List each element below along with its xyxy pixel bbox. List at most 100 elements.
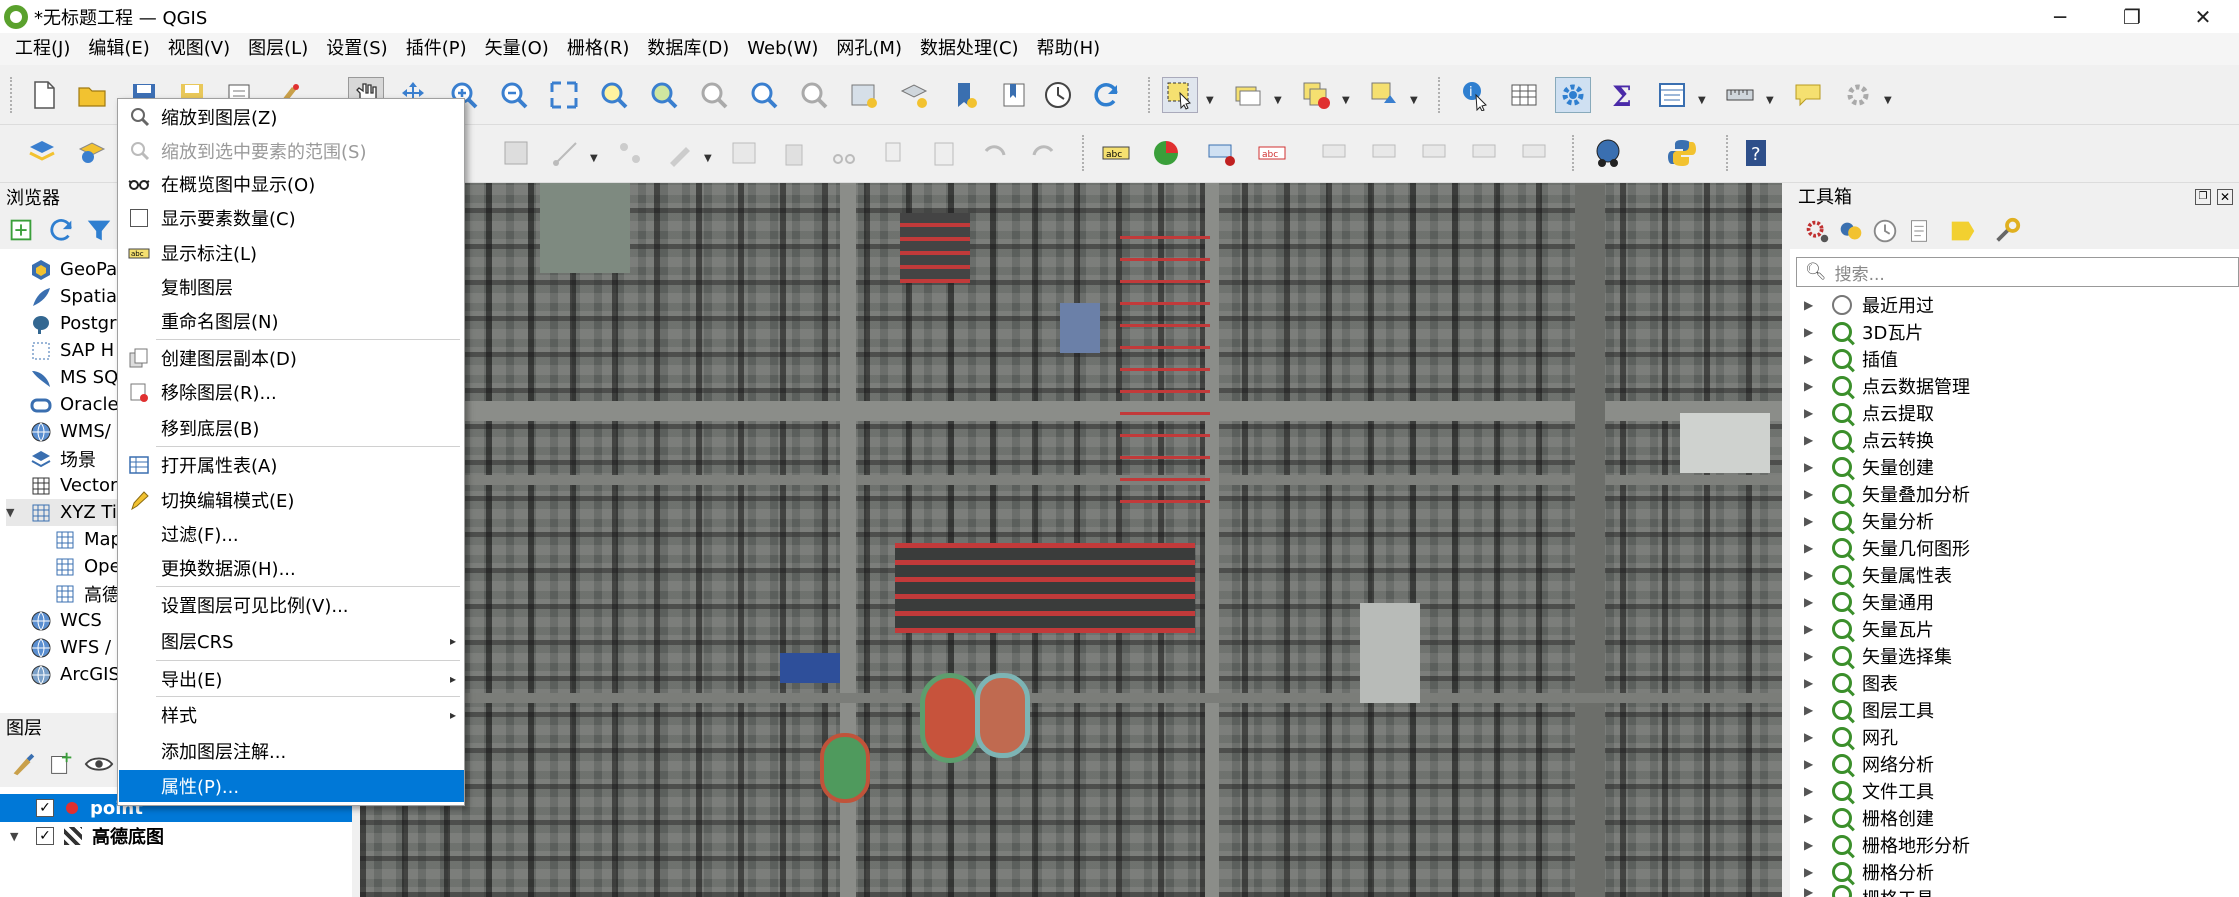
- open-project-icon[interactable]: [74, 77, 110, 113]
- toolbar-grip[interactable]: [1148, 77, 1152, 113]
- filter-icon[interactable]: [84, 215, 114, 245]
- layer-row-gaode-basemap[interactable]: ▼ ✓ 高德底图: [0, 822, 352, 850]
- new-3d-view-icon[interactable]: [896, 77, 932, 113]
- label-abc-icon[interactable]: abc: [1098, 135, 1134, 171]
- chevron-down-icon[interactable]: ▼: [704, 153, 714, 164]
- digitize-icon[interactable]: [548, 135, 584, 171]
- chevron-down-icon[interactable]: ▼: [1206, 95, 1216, 106]
- menu-item-styles[interactable]: 样式 ▸: [119, 699, 464, 731]
- refresh-icon[interactable]: [1088, 77, 1124, 113]
- browser-item-wcs[interactable]: WCS: [30, 607, 102, 634]
- open-attribute-table-icon[interactable]: [1506, 77, 1542, 113]
- deselect-all-icon[interactable]: [1298, 77, 1334, 113]
- menu-item-zoom-to-selection[interactable]: 缩放到选中要素的范围(S): [119, 135, 464, 167]
- save-edits-icon[interactable]: [498, 135, 534, 171]
- toolbox-group-file-tools[interactable]: ▶ 文件工具: [1804, 777, 1934, 804]
- browser-item-xyz-child[interactable]: Map: [54, 526, 122, 553]
- zoom-last-icon[interactable]: [746, 77, 782, 113]
- expand-arrow-icon[interactable]: ▶: [1804, 352, 1818, 366]
- chevron-down-icon[interactable]: ▼: [1274, 95, 1284, 106]
- toolbar-grip[interactable]: [1572, 135, 1576, 171]
- expand-arrow-icon[interactable]: ▶: [1804, 622, 1818, 636]
- menu-item-show-feature-count[interactable]: 显示要素数量(C): [119, 202, 464, 234]
- toolbox-group-point-cloud-conversion[interactable]: ▶ 点云转换: [1804, 426, 1934, 453]
- python-console-icon[interactable]: [1664, 135, 1700, 171]
- results-viewer-icon[interactable]: [1904, 216, 1934, 246]
- options-wrench-icon[interactable]: [1992, 216, 2022, 246]
- toolbox-group-3d-tiles[interactable]: ▶ 3D瓦片: [1804, 318, 1923, 345]
- toolbox-group-recent[interactable]: ▶ 最近用过: [1804, 291, 1934, 318]
- menu-item-layer-crs[interactable]: 图层CRS ▸: [119, 625, 464, 657]
- menu-web[interactable]: Web(W): [738, 35, 827, 63]
- chevron-down-icon[interactable]: ▼: [1342, 95, 1352, 106]
- show-bookmarks-icon[interactable]: [996, 77, 1032, 113]
- toolbar-grip[interactable]: [1726, 135, 1730, 171]
- menu-help[interactable]: 帮助(H): [1028, 35, 1110, 63]
- pin-labels-icon[interactable]: [1204, 135, 1240, 171]
- chevron-down-icon[interactable]: ▼: [6, 506, 22, 519]
- toolbox-group-raster-creation[interactable]: ▶ 栅格创建: [1804, 804, 1934, 831]
- menu-item-change-data-source[interactable]: 更换数据源(H)...: [119, 552, 464, 584]
- select-by-location-icon[interactable]: [1366, 77, 1402, 113]
- browser-item-wfs[interactable]: WFS /: [30, 634, 111, 661]
- open-field-calculator-icon[interactable]: [1654, 77, 1690, 113]
- browser-item-mssql[interactable]: MS SQ: [30, 364, 118, 391]
- float-panel-icon[interactable]: ❐: [2195, 189, 2211, 205]
- toolbar-grip[interactable]: [1082, 135, 1086, 171]
- menu-plugins[interactable]: 插件(P): [397, 35, 476, 63]
- style-brush-icon[interactable]: [8, 749, 38, 779]
- expand-arrow-icon[interactable]: ▶: [1804, 784, 1818, 798]
- new-bookmark-icon[interactable]: [946, 77, 982, 113]
- browser-item-xyz-child[interactable]: 高德: [54, 580, 120, 607]
- menu-edit[interactable]: 编辑(E): [79, 35, 158, 63]
- paste-icon[interactable]: [926, 135, 962, 171]
- zoom-to-layer-icon[interactable]: [646, 77, 682, 113]
- maximize-button[interactable]: ❐: [2099, 0, 2165, 33]
- help-icon[interactable]: ?: [1738, 135, 1774, 171]
- menu-processing[interactable]: 数据处理(C): [911, 35, 1028, 63]
- menu-item-scale-visibility[interactable]: 设置图层可见比例(V)...: [119, 589, 464, 621]
- expand-arrow-icon[interactable]: ▶: [1804, 703, 1818, 717]
- expand-arrow-icon[interactable]: ▶: [1804, 514, 1818, 528]
- menu-item-export[interactable]: 导出(E) ▸: [119, 663, 464, 695]
- menu-database[interactable]: 数据库(D): [638, 35, 738, 63]
- menu-item-add-layer-notes[interactable]: 添加图层注解...: [119, 735, 464, 767]
- toolbox-group-raster-analysis[interactable]: ▶ 栅格分析: [1804, 858, 1934, 885]
- chevron-down-icon[interactable]: ▼: [590, 153, 600, 164]
- close-button[interactable]: ✕: [2170, 0, 2236, 33]
- settings-gear-icon[interactable]: [1840, 77, 1876, 113]
- edit-features-in-place-icon[interactable]: [1948, 216, 1978, 246]
- toolbox-group-interpolation[interactable]: ▶ 插值: [1804, 345, 1898, 372]
- browser-item-arcgis[interactable]: ArcGIS: [30, 661, 120, 688]
- expand-arrow-icon[interactable]: ▶: [1804, 298, 1818, 312]
- expand-arrow-icon[interactable]: ▶: [1804, 757, 1818, 771]
- checkbox-icon[interactable]: [128, 207, 150, 229]
- redo-icon[interactable]: [1026, 135, 1062, 171]
- copy-icon[interactable]: [876, 135, 912, 171]
- toolbar-grip[interactable]: [1438, 77, 1442, 113]
- diagram-icon[interactable]: [1148, 135, 1184, 171]
- new-project-icon[interactable]: [26, 77, 62, 113]
- browser-item-postgis[interactable]: Postgr: [30, 310, 117, 337]
- menu-view[interactable]: 视图(V): [159, 35, 239, 63]
- toolbox-group-vector-creation[interactable]: ▶ 矢量创建: [1804, 453, 1934, 480]
- statistical-summary-icon[interactable]: Σ: [1604, 77, 1640, 113]
- expand-arrow-icon[interactable]: ▶: [1804, 460, 1818, 474]
- close-panel-icon[interactable]: ✕: [2217, 189, 2233, 205]
- zoom-native-icon[interactable]: [696, 77, 732, 113]
- toolbox-search-input[interactable]: 🔍︎ 搜索...: [1796, 257, 2239, 287]
- menu-raster[interactable]: 栅格(R): [558, 35, 639, 63]
- menu-item-filter[interactable]: 过滤(F)...: [119, 518, 464, 550]
- layer-visibility-checkbox[interactable]: ✓: [36, 799, 54, 817]
- toolbox-group-vector-overlay[interactable]: ▶ 矢量叠加分析: [1804, 480, 1970, 507]
- expand-arrow-icon[interactable]: ▶: [1804, 676, 1818, 690]
- menu-item-toggle-editing[interactable]: 切换编辑模式(E): [119, 484, 464, 516]
- move-label-icon[interactable]: [1318, 135, 1354, 171]
- toolbox-group-plots[interactable]: ▶ 图表: [1804, 669, 1898, 696]
- expand-arrow-icon[interactable]: ▶: [1804, 379, 1818, 393]
- menu-item-duplicate-copy[interactable]: 创建图层副本(D): [119, 342, 464, 374]
- toolbox-group-vector-tiles[interactable]: ▶ 矢量瓦片: [1804, 615, 1934, 642]
- edit-table-icon[interactable]: [726, 135, 762, 171]
- select-features-icon[interactable]: [1162, 77, 1198, 113]
- label-rules-icon[interactable]: [1518, 135, 1554, 171]
